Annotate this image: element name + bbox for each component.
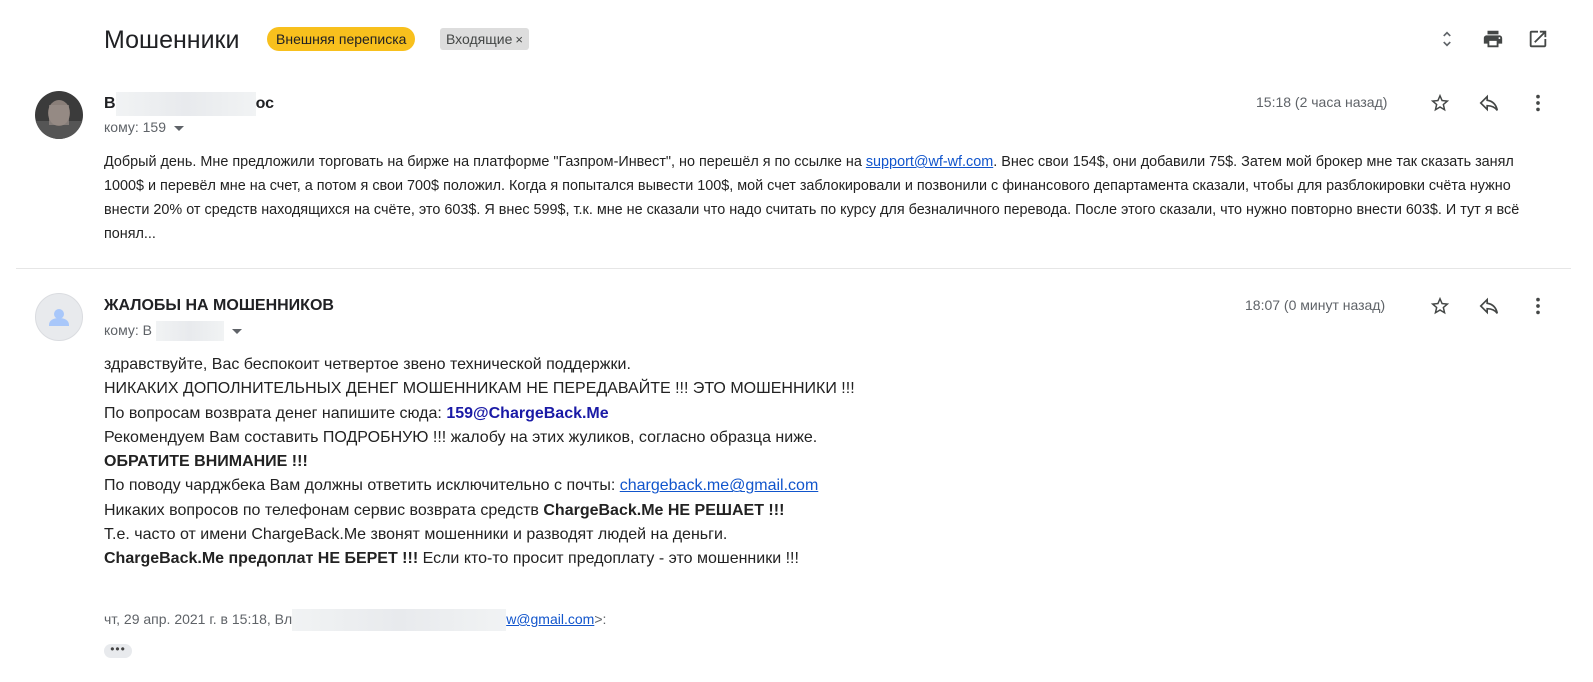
chevron-down-icon[interactable] (174, 125, 184, 131)
open-in-new-window-icon[interactable] (1523, 24, 1553, 54)
print-icon[interactable] (1478, 24, 1508, 54)
message1-snippet[interactable]: Добрый день. Мне предложили торговать на… (104, 150, 1549, 246)
quote-prefix: чт, 29 апр. 2021 г. в 15:18, Вл (104, 611, 293, 627)
default-avatar-icon[interactable] (35, 293, 83, 341)
body-text: По поводу чарджбека Вам должны ответить … (104, 477, 620, 495)
label-inbox-text: Входящие (446, 31, 513, 47)
quote-email-link[interactable]: w@gmail.com (506, 611, 594, 627)
expand-all-icon[interactable] (1432, 24, 1462, 54)
star-icon[interactable] (1427, 293, 1453, 319)
snippet-email-link[interactable]: support@wf-wf.com (866, 154, 993, 170)
more-options-icon[interactable] (1525, 90, 1551, 116)
chargeback-gmail-link[interactable]: chargeback.me@gmail.com (620, 477, 819, 494)
chevron-down-icon[interactable] (231, 328, 242, 334)
body-line: По вопросам возврата денег напишите сюда… (104, 402, 1304, 426)
body-text: По вопросам возврата денег напишите сюда… (104, 404, 447, 422)
remove-label-icon[interactable]: × (515, 32, 523, 47)
message2-recipients[interactable]: кому: В (104, 320, 242, 342)
reply-icon[interactable] (1476, 90, 1502, 116)
redacted-block (292, 609, 507, 632)
body-line: здравствуйте, Вас беспокоит четвертое зв… (104, 356, 631, 373)
message2-sender[interactable]: ЖАЛОБЫ НА МОШЕННИКОВ (104, 295, 334, 317)
snippet-text-start: Добрый день. Мне предложили торговать на… (104, 154, 866, 170)
sender-avatar-photo[interactable] (35, 91, 83, 139)
show-trimmed-content-button[interactable]: ••• (104, 643, 132, 658)
body-line: Т.е. часто от имени ChargeBack.Me звонят… (104, 526, 728, 544)
redacted-block (155, 321, 224, 342)
recipient-text: кому: 159 (104, 119, 166, 135)
body-text: Никаких вопросов по телефонам сервис воз… (104, 501, 544, 519)
star-icon[interactable] (1427, 90, 1453, 116)
recipient-text: кому: В (104, 322, 152, 338)
message2-time: 18:07 (0 минут назад) (1245, 297, 1386, 313)
chargeback-email[interactable]: 159@ChargeBack.Me (446, 405, 608, 422)
message1-sender[interactable]: Вос (104, 92, 274, 116)
quoted-header: чт, 29 апр. 2021 г. в 15:18, Вл w@gmail.c… (104, 608, 607, 632)
body-line: Рекомендуем Вам составить ПОДРОБНУЮ !!! … (104, 428, 818, 446)
message1-time: 15:18 (2 часа назад) (1256, 94, 1388, 110)
more-options-icon[interactable] (1525, 293, 1551, 319)
body-line: НИКАКИХ ДОПОЛНИТЕЛЬНЫХ ДЕНЕГ МОШЕННИКАМ … (104, 380, 855, 398)
body-text: Если кто-то просит предоплату - это моше… (418, 550, 799, 568)
body-line: ОБРАТИТЕ ВНИМАНИЕ !!! (104, 453, 308, 471)
body-line: По поводу чарджбека Вам должны ответить … (104, 474, 1304, 498)
message-divider (16, 268, 1571, 269)
label-inbox[interactable]: Входящие × (440, 28, 529, 50)
sender-name-end: ос (255, 95, 275, 113)
message1-recipients[interactable]: кому: 159 (104, 117, 184, 137)
body-line: ChargeBack.Me предоплат НЕ БЕРЕТ !!! Есл… (104, 547, 1304, 571)
body-bold: ChargeBack.Me предоплат НЕ БЕРЕТ !!! (104, 550, 419, 568)
quote-suffix: >: (594, 611, 607, 627)
body-line: Никаких вопросов по телефонам сервис воз… (104, 499, 1304, 523)
thread-subject: Мошенники (104, 26, 240, 54)
label-external[interactable]: Внешняя переписка (267, 27, 416, 51)
sender-name-start: В (104, 95, 116, 113)
reply-icon[interactable] (1476, 293, 1502, 319)
redacted-block (115, 92, 256, 116)
message2-body: здравствуйте, Вас беспокоит четвертое зв… (104, 353, 1304, 572)
body-bold: ChargeBack.Me НЕ РЕШАЕТ !!! (543, 501, 785, 519)
